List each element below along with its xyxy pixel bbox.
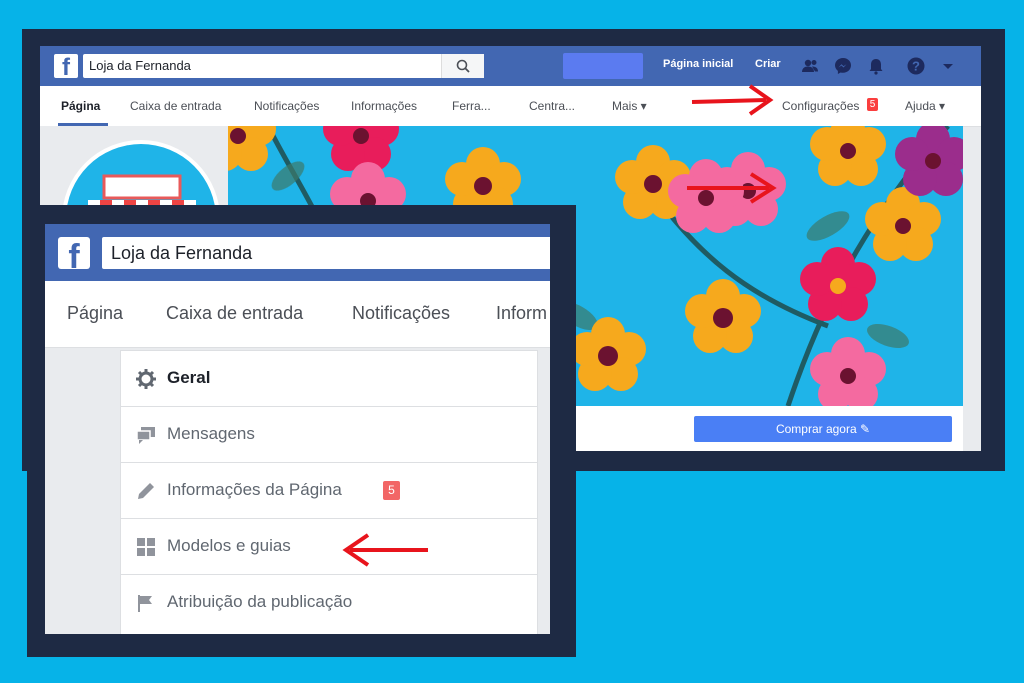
search-icon xyxy=(456,59,470,73)
front-screenshot: f Loja da Fernanda Página Caixa de entra… xyxy=(45,224,550,634)
tab-center[interactable]: Centra... xyxy=(529,99,575,113)
pencil-icon xyxy=(138,483,154,499)
red-arrow-templates-icon xyxy=(342,533,428,567)
chat-icon xyxy=(136,427,155,444)
gear-icon xyxy=(136,369,156,389)
tab-page[interactable]: Página xyxy=(67,303,123,324)
chevron-down-icon[interactable] xyxy=(938,56,958,76)
search-input[interactable]: Loja da Fernanda xyxy=(83,54,484,78)
tab-insights[interactable]: Informações xyxy=(351,99,417,113)
facebook-logo-icon[interactable]: f xyxy=(58,237,90,269)
shop-now-button[interactable]: Comprar agora ✎ xyxy=(694,416,952,442)
page-tabs: Página Caixa de entrada Notificações Inf… xyxy=(40,86,981,127)
tab-notifications[interactable]: Notificações xyxy=(254,99,319,113)
menu-item-label: Informações da Página xyxy=(167,480,342,499)
top-bar-zoomed: f Loja da Fernanda xyxy=(45,224,550,281)
tab-settings[interactable]: Configurações xyxy=(782,99,859,113)
menu-item-label: Mensagens xyxy=(167,424,255,443)
tab-page[interactable]: Página xyxy=(61,99,100,113)
search-input-zoomed[interactable]: Loja da Fernanda xyxy=(102,237,550,269)
friends-icon[interactable] xyxy=(800,56,820,76)
facebook-logo-icon[interactable]: f xyxy=(54,54,78,78)
settings-badge: 5 xyxy=(867,98,878,111)
tab-notifications[interactable]: Notificações xyxy=(352,303,450,324)
flag-icon xyxy=(138,595,152,612)
profile-button[interactable] xyxy=(563,53,643,79)
home-link[interactable]: Página inicial xyxy=(663,58,733,70)
tab-insights[interactable]: Inform xyxy=(496,303,547,324)
red-arrow-settings-icon xyxy=(691,84,774,116)
page-tabs-zoomed: Página Caixa de entrada Notificações Inf… xyxy=(45,281,550,348)
help-icon[interactable]: ? xyxy=(906,56,926,76)
grid-icon xyxy=(137,538,155,556)
menu-item-label: Modelos e guias xyxy=(167,536,291,555)
tab-tools[interactable]: Ferra... xyxy=(452,99,491,113)
menu-item-general[interactable]: Geral xyxy=(121,351,537,407)
menu-item-messages[interactable]: Mensagens xyxy=(121,407,537,463)
search-button[interactable] xyxy=(441,54,484,78)
tab-inbox[interactable]: Caixa de entrada xyxy=(130,99,221,113)
top-bar: f Loja da Fernanda Página inicial Criar … xyxy=(40,46,981,86)
settings-menu: Geral Mensagens Informações da Página 5 … xyxy=(120,350,538,634)
canvas: { "back_window": { "search_value": "Loja… xyxy=(0,0,1024,683)
messenger-icon[interactable] xyxy=(833,56,853,76)
svg-text:?: ? xyxy=(912,59,920,74)
menu-item-page-info[interactable]: Informações da Página 5 xyxy=(121,463,537,519)
menu-item-post-attribution[interactable]: Atribuição da publicação xyxy=(121,575,537,630)
tab-inbox[interactable]: Caixa de entrada xyxy=(166,303,303,324)
search-input-value: Loja da Fernanda xyxy=(89,58,191,73)
create-link[interactable]: Criar xyxy=(755,58,781,70)
menu-item-templates[interactable]: Modelos e guias xyxy=(121,519,537,575)
menu-item-label: Geral xyxy=(167,368,211,387)
tab-help[interactable]: Ajuda ▾ xyxy=(905,99,945,113)
search-input-value: Loja da Fernanda xyxy=(111,243,253,263)
menu-item-label: Atribuição da publicação xyxy=(167,592,353,611)
tab-more[interactable]: Mais ▾ xyxy=(612,99,647,113)
notifications-bell-icon[interactable] xyxy=(866,56,886,76)
red-arrow-cover-icon xyxy=(687,172,777,204)
page-info-badge: 5 xyxy=(383,481,400,500)
front-screenshot-frame: f Loja da Fernanda Página Caixa de entra… xyxy=(27,205,576,657)
